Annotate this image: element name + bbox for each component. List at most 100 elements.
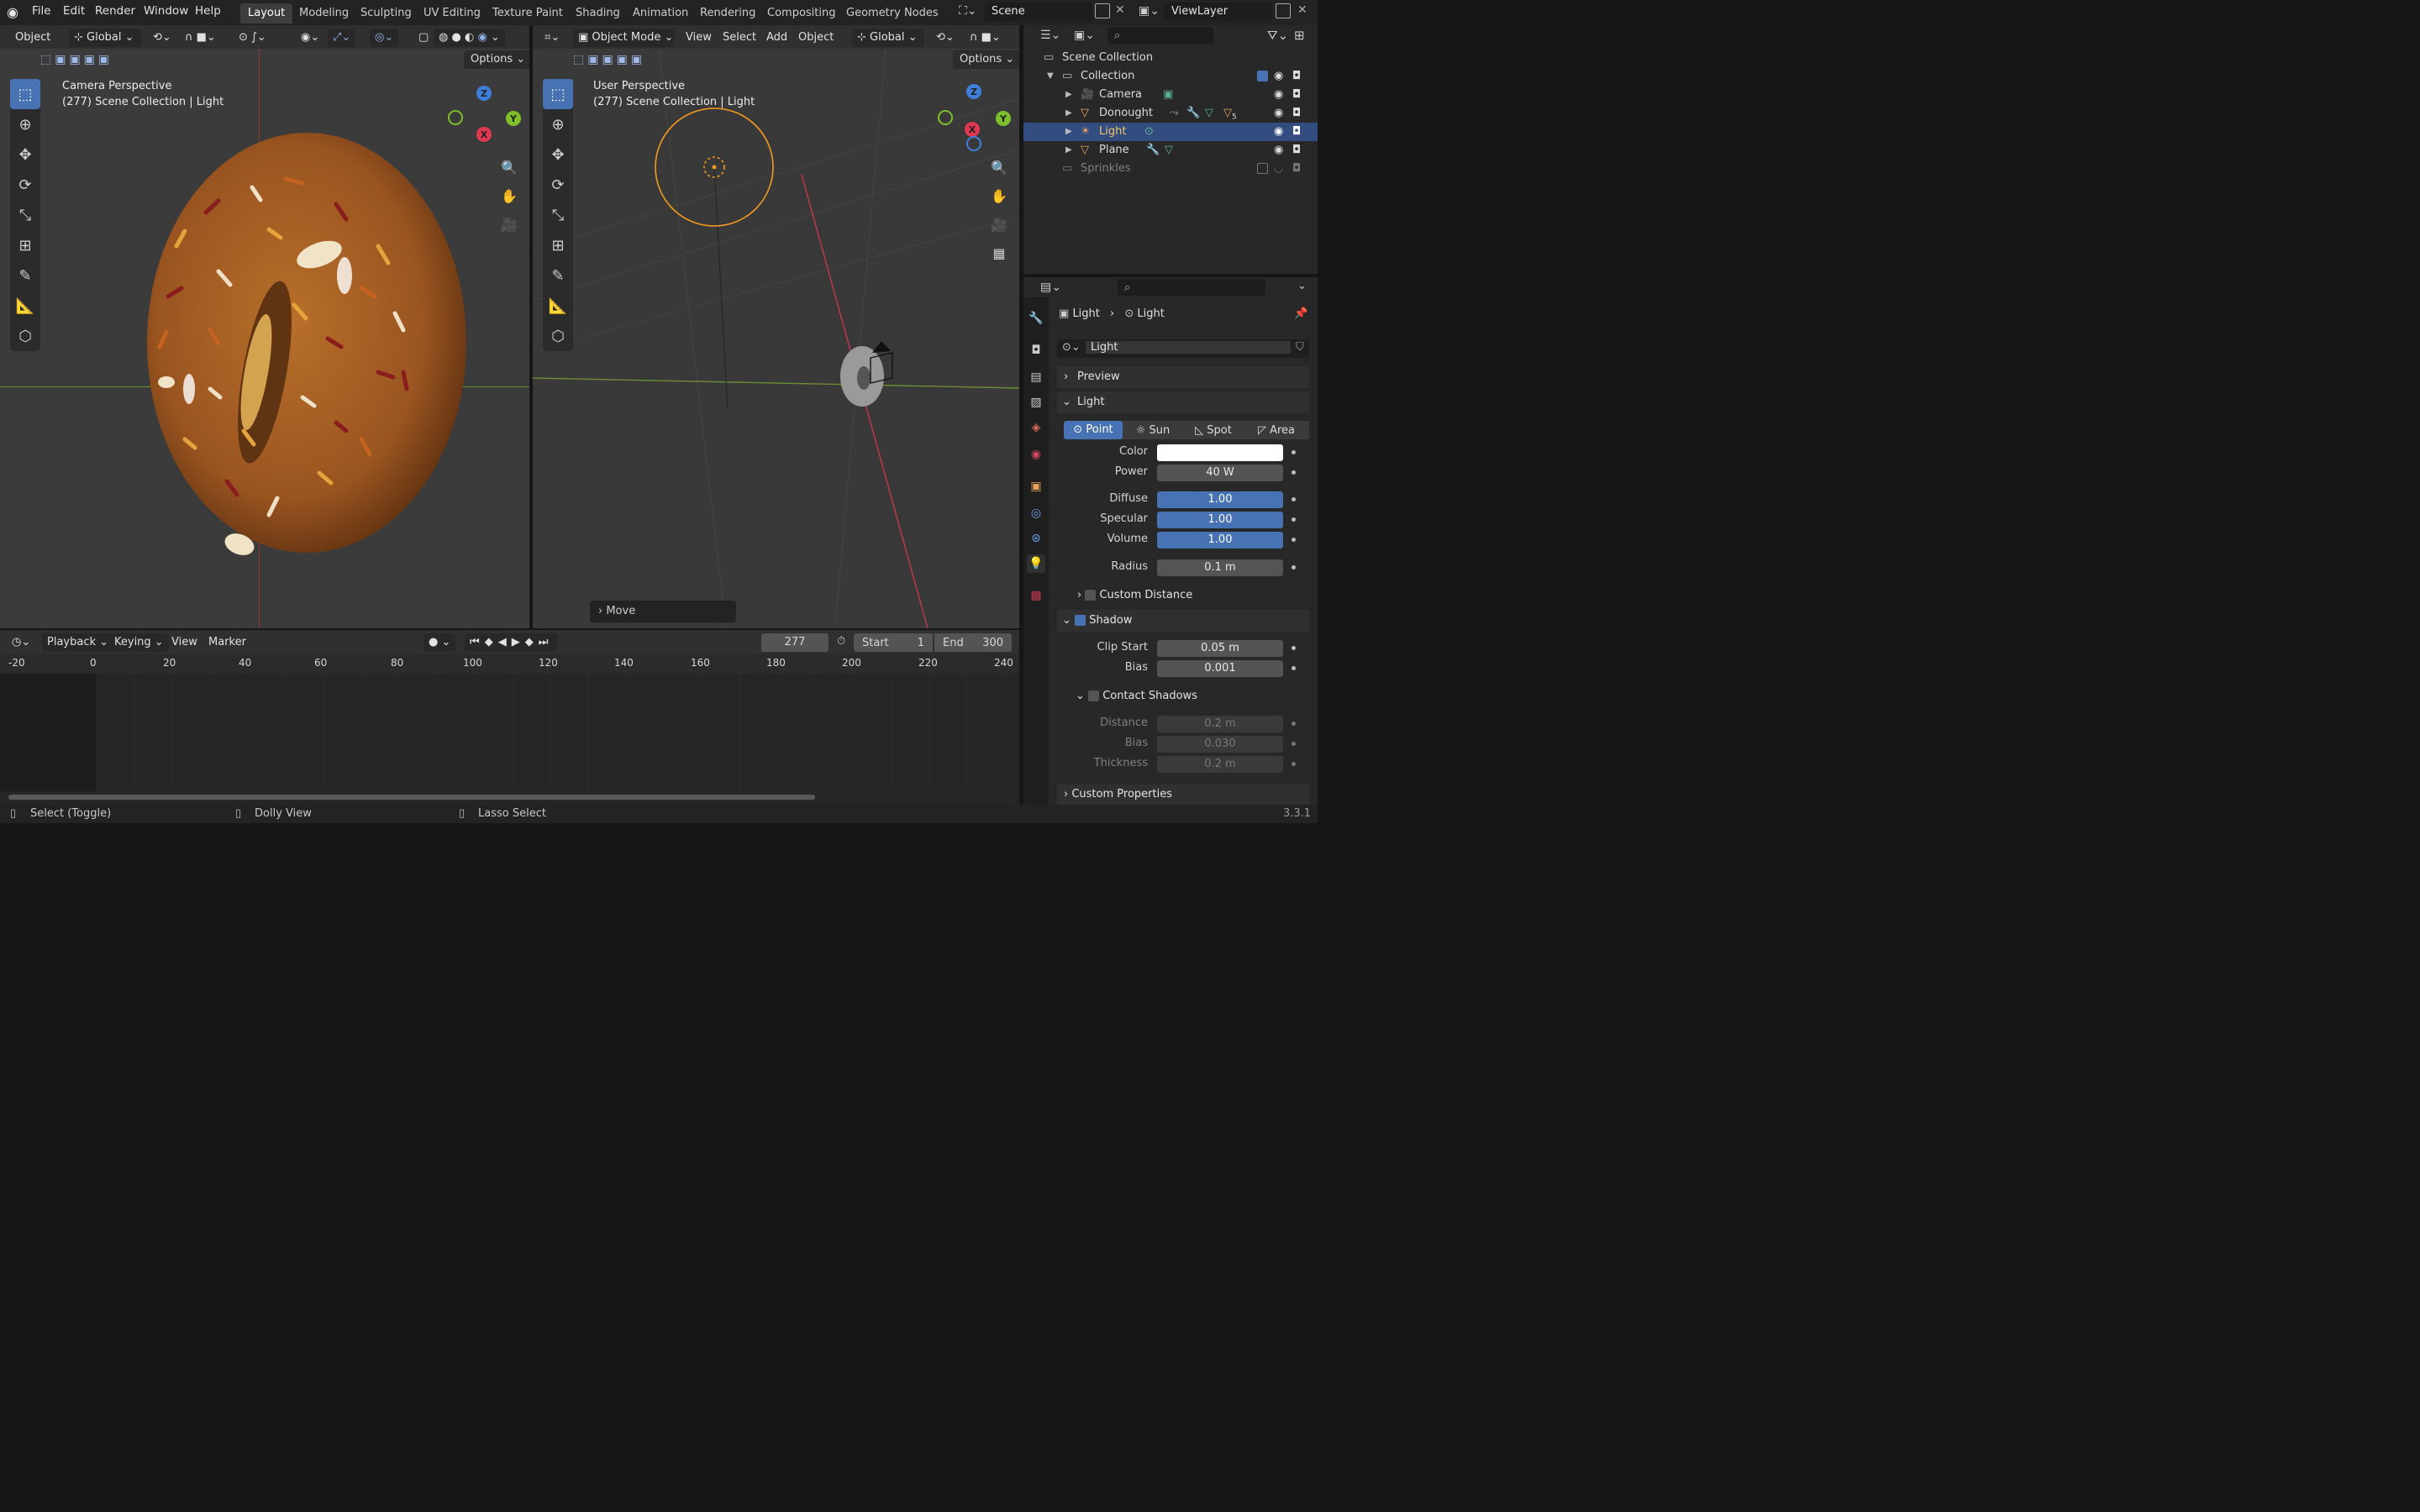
eye-icon[interactable]: ◉ bbox=[1274, 104, 1283, 123]
keyframe-dot-icon[interactable] bbox=[1292, 742, 1296, 746]
constraints-tab-icon[interactable]: ⊛ bbox=[1027, 529, 1045, 548]
zoom-icon[interactable]: 🔍 bbox=[497, 155, 522, 180]
object-menu[interactable]: Object bbox=[10, 29, 55, 47]
light-data-tab-icon[interactable]: 💡 bbox=[1027, 554, 1045, 573]
pin-icon[interactable]: 📌 bbox=[1294, 307, 1307, 320]
marker-menu[interactable]: Marker bbox=[203, 633, 251, 652]
move-tool-icon[interactable]: ✥ bbox=[543, 139, 573, 170]
expand-chevron-icon[interactable]: ▶ bbox=[1065, 104, 1072, 123]
tool-tab-icon[interactable]: 🔧 bbox=[1027, 309, 1045, 328]
cursor-tool-icon[interactable]: ⊕ bbox=[543, 109, 573, 139]
gizmo-neg-y-icon[interactable] bbox=[448, 110, 463, 125]
select-box-tool-icon[interactable]: ⬚ bbox=[10, 79, 40, 109]
specular-slider[interactable]: 1.00 bbox=[1157, 512, 1283, 528]
light-type-sun[interactable]: ☼ Sun bbox=[1123, 424, 1183, 437]
light-datablock-icon[interactable]: ⊙⌄ bbox=[1062, 341, 1081, 354]
gizmo-y-icon[interactable]: Y bbox=[996, 111, 1011, 126]
expand-chevron-icon[interactable]: ▶ bbox=[1065, 141, 1072, 160]
add-cube-tool-icon[interactable]: ⬡ bbox=[543, 321, 573, 351]
custom-distance-checkbox[interactable] bbox=[1085, 590, 1097, 601]
jump-end-icon[interactable]: ⏭ bbox=[539, 636, 554, 648]
expand-chevron-icon[interactable]: ▼ bbox=[1047, 67, 1054, 86]
cs-thickness-field[interactable]: 0.2 m bbox=[1157, 756, 1283, 773]
rotate-tool-icon[interactable]: ⟳ bbox=[543, 170, 573, 200]
scale-tool-icon[interactable]: ⤡ bbox=[10, 200, 40, 230]
new-scene-icon[interactable] bbox=[1095, 3, 1110, 18]
render-camera-icon[interactable]: ◘ bbox=[1292, 160, 1301, 178]
eye-icon[interactable]: ◉ bbox=[1274, 86, 1283, 104]
next-keyframe-icon[interactable]: ◆ bbox=[525, 636, 539, 648]
keyframe-dot-icon[interactable] bbox=[1292, 450, 1296, 454]
outliner-row-camera[interactable]: ▶ 🎥 Camera ▣ ◉ ◘ bbox=[1023, 86, 1318, 104]
menu-file[interactable]: File bbox=[32, 4, 51, 18]
panel-preview[interactable]: › Preview bbox=[1057, 366, 1309, 388]
light-type-spot[interactable]: ◺ Spot bbox=[1183, 424, 1244, 437]
radius-field[interactable]: 0.1 m bbox=[1157, 559, 1283, 576]
render-camera-icon[interactable]: ◘ bbox=[1292, 67, 1301, 86]
end-frame-field[interactable]: End 300 bbox=[934, 633, 1012, 652]
timeline-view-menu[interactable]: View bbox=[166, 633, 203, 652]
selection-mode-icons-right[interactable]: ⬚▣▣▣▣ bbox=[573, 53, 645, 66]
cs-bias-field[interactable]: 0.030 bbox=[1157, 736, 1283, 753]
menu-window[interactable]: Window bbox=[144, 4, 188, 18]
scene-icon[interactable]: ⛶⌄ bbox=[959, 4, 977, 18]
options-dropdown-right[interactable]: Options ⌄ bbox=[953, 50, 1019, 69]
annotate-tool-icon[interactable]: ✎ bbox=[543, 260, 573, 291]
mesh-data-icon[interactable]: ▽ bbox=[1165, 141, 1173, 160]
expand-chevron-icon[interactable]: ▶ bbox=[1065, 86, 1072, 104]
scale-tool-icon[interactable]: ⤡ bbox=[543, 200, 573, 230]
shadow-checkbox[interactable] bbox=[1075, 615, 1086, 626]
rotate-tool-icon[interactable]: ⟳ bbox=[10, 170, 40, 200]
tab-uv-editing[interactable]: UV Editing bbox=[416, 3, 488, 24]
operator-panel-move[interactable]: › Move bbox=[590, 601, 736, 622]
custom-distance-subpanel[interactable]: › Custom Distance bbox=[1077, 589, 1192, 601]
exclude-checkbox[interactable] bbox=[1257, 163, 1268, 174]
gizmo-x-icon[interactable]: X bbox=[476, 127, 492, 142]
camera-view-icon[interactable]: 🎥 bbox=[986, 212, 1012, 237]
gizmo-neg-z-icon[interactable] bbox=[966, 136, 981, 151]
timeline-grid[interactable] bbox=[97, 674, 1019, 791]
object-menu-right[interactable]: Object bbox=[793, 29, 839, 47]
outliner-row-light[interactable]: ▶ ☀ Light ⊙ ◉ ◘ bbox=[1023, 123, 1318, 141]
world-tab-icon[interactable]: ◉ bbox=[1027, 445, 1045, 464]
start-frame-field[interactable]: Start 1 bbox=[854, 633, 933, 652]
transform-tool-icon[interactable]: ⊞ bbox=[10, 230, 40, 260]
jump-start-icon[interactable]: ⏮ bbox=[470, 636, 485, 648]
tab-shading[interactable]: Shading bbox=[568, 3, 628, 24]
display-mode-icon[interactable]: ▣⌄ bbox=[1074, 29, 1095, 42]
left-viewport[interactable]: Camera Perspective (277) Scene Collectio… bbox=[0, 49, 529, 628]
modifier-wrench-icon[interactable]: 🔧 bbox=[1146, 141, 1160, 160]
physics-tab-icon[interactable]: ◎ bbox=[1027, 504, 1045, 522]
light-type-area[interactable]: ◸ Area bbox=[1244, 424, 1309, 437]
measure-tool-icon[interactable]: 📐 bbox=[10, 291, 40, 321]
texture-tab-icon[interactable]: ▩ bbox=[1027, 586, 1045, 605]
new-view-layer-icon[interactable] bbox=[1276, 3, 1291, 18]
contact-shadows-checkbox[interactable] bbox=[1088, 690, 1100, 701]
keyframe-dot-icon[interactable] bbox=[1292, 517, 1296, 522]
properties-search-input[interactable]: ⌕ bbox=[1118, 279, 1265, 296]
keyframe-dot-icon[interactable] bbox=[1292, 538, 1296, 542]
keyframe-dot-icon[interactable] bbox=[1292, 762, 1296, 766]
xray-icon[interactable]: ▢ bbox=[413, 29, 434, 47]
measure-tool-icon[interactable]: 📐 bbox=[543, 291, 573, 321]
outliner-row-plane[interactable]: ▶ ▽ Plane 🔧 ▽ ◉ ◘ bbox=[1023, 141, 1318, 160]
menu-help[interactable]: Help bbox=[195, 4, 221, 18]
keyframe-dot-icon[interactable] bbox=[1292, 646, 1296, 650]
transform-tool-icon[interactable]: ⊞ bbox=[543, 230, 573, 260]
volume-slider[interactable]: 1.00 bbox=[1157, 532, 1283, 549]
filter-icon[interactable]: ⛛⌄ bbox=[1267, 28, 1288, 43]
zoom-icon[interactable]: 🔍 bbox=[986, 155, 1012, 180]
camera-view-icon[interactable]: 🎥 bbox=[497, 212, 522, 237]
render-tab-icon[interactable]: ◘ bbox=[1027, 341, 1045, 360]
outliner-editor-icon[interactable]: ☰⌄ bbox=[1040, 29, 1060, 42]
select-menu[interactable]: Select bbox=[718, 29, 761, 47]
camera-data-icon[interactable]: ▣ bbox=[1163, 86, 1173, 104]
scene-name-field[interactable]: Scene bbox=[985, 3, 1092, 21]
cursor-tool-icon[interactable]: ⊕ bbox=[10, 109, 40, 139]
gizmo-neg-y-icon[interactable] bbox=[938, 110, 953, 125]
snap-icon[interactable]: ∩ ■⌄ bbox=[180, 29, 221, 47]
snap-icon-right[interactable]: ∩ ■⌄ bbox=[965, 29, 1006, 47]
keyframe-dot-icon[interactable] bbox=[1292, 722, 1296, 726]
timeline-editor-icon[interactable]: ◷⌄ bbox=[7, 633, 35, 652]
options-dropdown[interactable]: Options ⌄ bbox=[464, 50, 529, 69]
